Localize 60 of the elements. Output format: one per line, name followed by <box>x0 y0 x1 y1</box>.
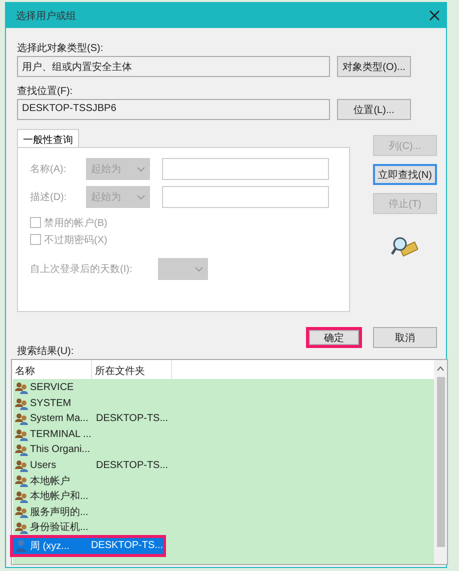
field-label: 查找位置(F): <box>17 84 74 96</box>
row-folder: DESKTOP-TS... <box>95 460 168 471</box>
locations-button[interactable]: 位置(L)... <box>337 99 411 120</box>
result-row[interactable]: 本地帐户 <box>13 473 434 488</box>
row-name: 身份验证机... <box>30 520 88 534</box>
close-icon[interactable] <box>429 10 440 21</box>
user-icon <box>15 539 29 552</box>
users-icon <box>15 474 29 488</box>
magnifier-icon <box>391 236 418 258</box>
field-label: 选择此对象类型(S): <box>17 42 104 53</box>
users-icon <box>15 490 29 503</box>
users-icon <box>15 505 29 518</box>
row-name: System Ma... <box>30 413 88 424</box>
dialog-button[interactable]: 确定 <box>306 327 362 348</box>
window-title: 选择用户或组 <box>16 10 76 22</box>
row-name: SERVICE <box>30 382 74 394</box>
tab[interactable]: 一般性查询 <box>17 129 79 147</box>
checkbox-label: 禁用的帐户(B) <box>44 216 108 230</box>
scrollbar[interactable] <box>434 360 447 564</box>
caret-icon <box>195 266 203 272</box>
row-folder: DESKTOP-TS... <box>95 413 168 424</box>
result-row[interactable]: 本地帐户和... <box>13 488 434 504</box>
users-icon <box>15 381 29 394</box>
users-icon <box>15 396 29 410</box>
checkbox-label: 不过期密码(X) <box>44 234 108 246</box>
field-label: 名称(A): <box>30 163 68 176</box>
result-row[interactable]: This Organi... <box>13 442 434 458</box>
field-label: 描述(D): <box>30 190 68 204</box>
object-types-button[interactable]: 对象类型(O)... <box>337 56 411 77</box>
result-row[interactable]: System Ma... DESKTOP-TS... <box>13 411 434 426</box>
dialog-button[interactable]: 取消 <box>373 327 437 348</box>
location-field: DESKTOP-TSSJBP6 <box>17 99 330 120</box>
object-type-field: 用户、组或内置安全主体 <box>17 56 330 77</box>
result-row[interactable]: SYSTEM <box>13 396 434 411</box>
row-name: 服务声明的... <box>30 506 88 519</box>
caret-icon <box>137 194 145 200</box>
users-icon <box>15 520 29 534</box>
row-name: 本地帐户和... <box>30 490 88 504</box>
row-name: SYSTEM <box>30 398 72 409</box>
scrollbar-thumb[interactable] <box>436 377 444 547</box>
field-label: 自上次登录后的天数(I): <box>30 262 134 276</box>
row-name: 周 (xyz... <box>30 540 70 553</box>
result-row[interactable]: Users DESKTOP-TS... <box>13 458 434 473</box>
result-row[interactable]: TERMINAL ... <box>13 426 434 442</box>
row-name: 本地帐户 <box>30 474 70 488</box>
result-row[interactable]: 服务声明的... <box>13 504 434 520</box>
result-row[interactable]: SERVICE <box>13 380 434 396</box>
users-icon <box>15 443 29 456</box>
action-button[interactable]: 立即查找(N) <box>373 164 437 185</box>
users-icon <box>15 412 29 426</box>
users-icon <box>15 458 29 472</box>
row-name: This Organi... <box>30 444 90 456</box>
users-icon <box>15 428 29 441</box>
result-row[interactable]: 周 (xyz... DESKTOP-TS... <box>10 535 166 556</box>
caret-icon <box>137 166 145 172</box>
row-name: Users <box>30 460 56 471</box>
row-name: TERMINAL ... <box>30 428 92 440</box>
row-folder: DESKTOP-TS... <box>90 540 163 552</box>
results-label: 搜索结果(U): <box>17 344 75 356</box>
result-row[interactable]: 身份验证机... <box>13 520 434 535</box>
